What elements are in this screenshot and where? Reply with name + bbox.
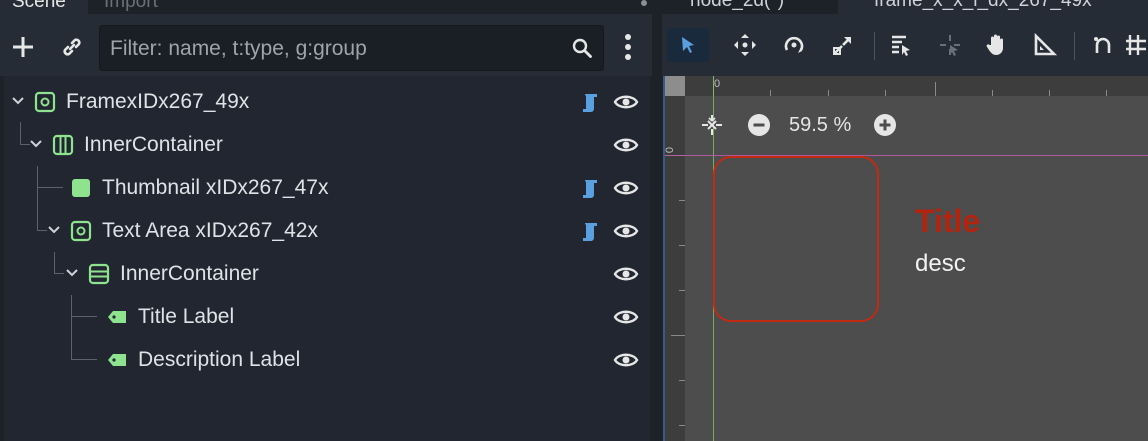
- zoom-out-icon[interactable]: [747, 113, 771, 137]
- rotate-icon: [784, 36, 804, 53]
- toolbar-separator: [1074, 32, 1075, 60]
- instance-scene-button[interactable]: [56, 32, 88, 62]
- chevron-down-icon[interactable]: [65, 266, 79, 280]
- tree-row-innercontainer-1[interactable]: InnerContainer: [4, 123, 650, 166]
- zoom-controls: 59.5 %: [700, 108, 900, 142]
- tree-label: Text Area xIDx267_42x: [102, 219, 318, 242]
- plus-icon: [13, 37, 33, 57]
- grid-snap-button[interactable]: [1124, 28, 1148, 62]
- tree-row-framex[interactable]: FramexIDx267_49x: [4, 80, 650, 123]
- visibility-eye-icon[interactable]: [613, 264, 639, 284]
- ruler-zero-label: 0: [714, 78, 721, 90]
- panel-icon: [72, 179, 90, 197]
- smart-snap-button[interactable]: [1082, 28, 1124, 62]
- link-icon: [63, 38, 81, 56]
- visibility-eye-icon[interactable]: [613, 221, 639, 241]
- hbox-container-icon: [52, 134, 74, 156]
- ruler-top: [685, 76, 1148, 96]
- tree-label: Thumbnail xIDx267_47x: [102, 176, 329, 199]
- tree-label: Description Label: [138, 348, 301, 371]
- scene-tree: FramexIDx267_49x InnerContainer Thumbnai…: [4, 76, 650, 441]
- dock-tab-bar: Scene Import: [0, 0, 652, 14]
- label-icon: [108, 354, 126, 366]
- canvas-thumbnail-frame[interactable]: [713, 156, 879, 322]
- tree-row-description-label[interactable]: Description Label: [4, 338, 650, 381]
- editor-tab-node-2d[interactable]: node_2d(*): [690, 0, 784, 12]
- magnet-snap-icon: [1094, 37, 1111, 53]
- tree-row-innercontainer-2[interactable]: InnerContainer: [4, 252, 650, 295]
- chevron-down-icon[interactable]: [11, 94, 25, 108]
- canvas-toolbar: [662, 14, 1148, 76]
- ruler-triangle-icon: [1034, 33, 1057, 56]
- canvas-description-label[interactable]: desc: [915, 250, 966, 278]
- label-icon: [108, 311, 126, 323]
- filter-field[interactable]: [99, 25, 604, 72]
- tree-label: Title Label: [138, 305, 235, 328]
- move-arrows-icon: [734, 34, 756, 56]
- search-icon: [572, 38, 592, 58]
- editor-tab-frame[interactable]: frame_x_x_i_dx_267_49x: [846, 0, 1092, 12]
- tree-row-text-area[interactable]: Text Area xIDx267_42x: [4, 209, 650, 252]
- canvas-title-label[interactable]: Title: [915, 203, 980, 240]
- tree-label: InnerContainer: [84, 133, 223, 156]
- dock-menu-dot-icon[interactable]: [641, 0, 647, 6]
- add-node-button[interactable]: [8, 32, 38, 62]
- vbox-container-icon: [88, 263, 110, 285]
- tab-import[interactable]: Import: [104, 0, 158, 13]
- tab-scene[interactable]: Scene: [12, 0, 66, 13]
- scale-mode-button[interactable]: [822, 28, 864, 62]
- grid-snap-icon: [1126, 35, 1146, 55]
- tree-label: FramexIDx267_49x: [66, 90, 250, 113]
- toolbar-separator: [874, 32, 875, 60]
- chevron-down-icon[interactable]: [47, 223, 61, 237]
- pivot-icon: [940, 35, 960, 56]
- tree-label: InnerContainer: [120, 262, 259, 285]
- pan-mode-button[interactable]: [975, 28, 1017, 62]
- visibility-eye-icon[interactable]: [613, 178, 639, 198]
- visibility-eye-icon[interactable]: [613, 135, 639, 155]
- ruler-zero-label-vertical: 0: [664, 146, 677, 154]
- visibility-eye-icon[interactable]: [613, 92, 639, 112]
- scale-icon: [833, 37, 851, 55]
- visibility-eye-icon[interactable]: [613, 307, 639, 327]
- zoom-level[interactable]: 59.5 %: [789, 114, 851, 137]
- hand-icon: [986, 34, 1003, 55]
- center-view-icon[interactable]: [700, 113, 724, 137]
- list-select-button[interactable]: [880, 28, 922, 62]
- pivot-mode-button[interactable]: [929, 28, 971, 62]
- control-node-icon: [34, 91, 56, 113]
- filter-input[interactable]: [108, 26, 552, 72]
- select-mode-button[interactable]: [667, 28, 709, 62]
- scene-toolbar: [0, 14, 652, 76]
- control-node-icon: [70, 220, 92, 242]
- ruler-mode-button[interactable]: [1024, 28, 1066, 62]
- list-select-icon: [892, 35, 910, 56]
- more-options-button[interactable]: [614, 31, 642, 63]
- tree-row-title-label[interactable]: Title Label: [4, 295, 650, 338]
- script-icon[interactable]: [579, 91, 601, 113]
- tree-row-thumbnail[interactable]: Thumbnail xIDx267_47x: [4, 166, 650, 209]
- visibility-eye-icon[interactable]: [613, 350, 639, 370]
- script-icon[interactable]: [579, 177, 601, 199]
- split-divider[interactable]: [652, 0, 662, 441]
- script-icon[interactable]: [579, 220, 601, 242]
- ruler-corner: [665, 76, 685, 96]
- pointer-arrow-icon: [682, 37, 694, 53]
- kebab-menu-icon: [625, 34, 631, 60]
- zoom-in-icon[interactable]: [873, 113, 897, 137]
- rotate-mode-button[interactable]: [773, 28, 815, 62]
- move-mode-button[interactable]: [724, 28, 766, 62]
- chevron-down-icon[interactable]: [29, 137, 43, 151]
